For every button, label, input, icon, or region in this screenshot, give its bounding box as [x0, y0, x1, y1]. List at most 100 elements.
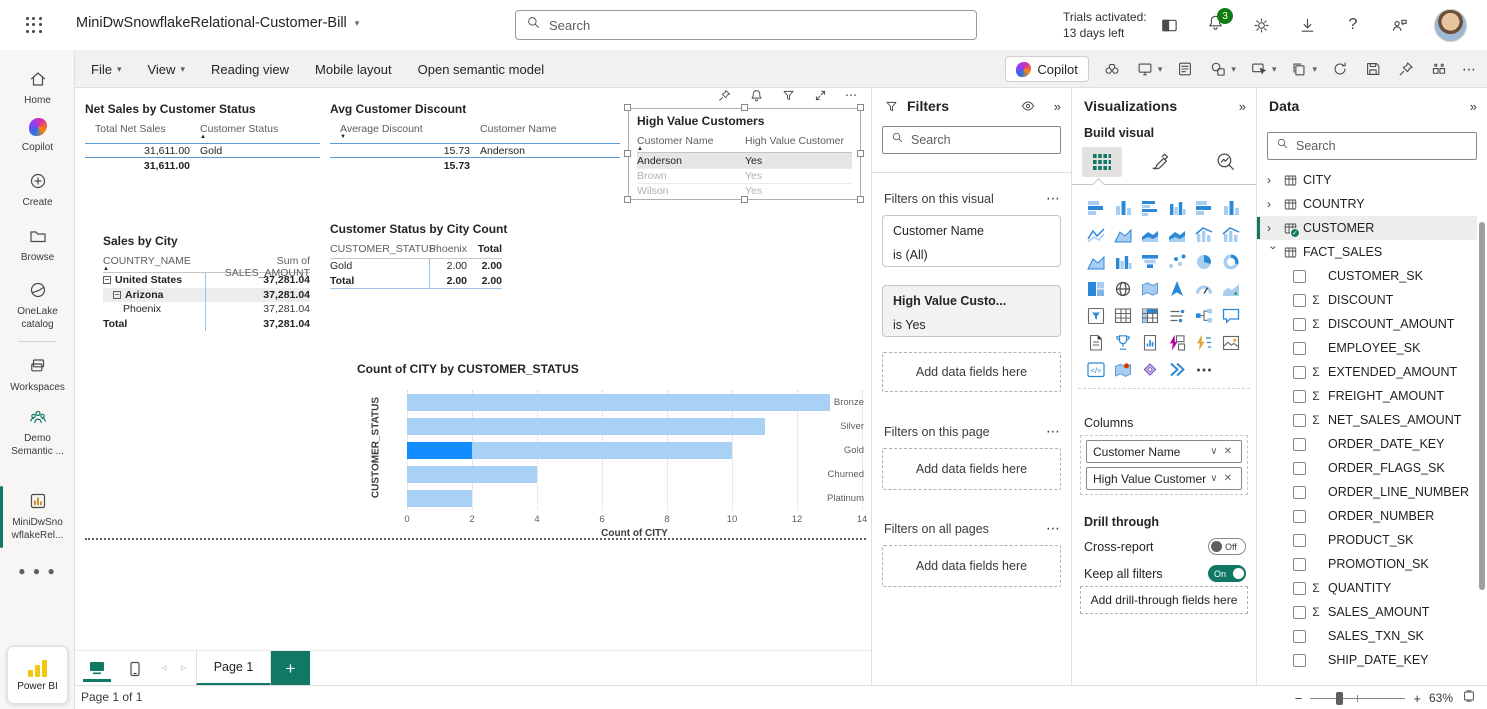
sidebar-item-create[interactable]: Create [0, 170, 75, 209]
matrix-row[interactable]: Phoenix37,281.04 [103, 302, 310, 317]
data-search-input[interactable] [1296, 139, 1468, 153]
scrollbar-thumb[interactable] [1479, 222, 1485, 590]
field-checkbox[interactable] [1293, 606, 1306, 619]
chevron-down-icon[interactable]: ∨ [1207, 446, 1220, 457]
alert-icon[interactable] [749, 88, 765, 104]
html-content-icon[interactable]: </> [1082, 356, 1109, 382]
field-checkbox[interactable] [1293, 630, 1306, 643]
more-options-icon[interactable]: ⋯ [845, 88, 861, 104]
data-field-quantity[interactable]: ΣQUANTITY [1257, 576, 1477, 600]
sidebar-item-home[interactable]: Home [0, 68, 75, 107]
explore-data-icon[interactable] [1102, 59, 1122, 79]
filters-search[interactable] [882, 126, 1061, 154]
stacked-column-chart-icon[interactable] [1109, 194, 1136, 220]
external-tools-icon[interactable] [1429, 59, 1449, 79]
copy-visual-icon[interactable] [1289, 59, 1309, 79]
resize-handle[interactable] [741, 104, 748, 111]
add-data-fields-dropzone[interactable]: Add data fields here [882, 352, 1061, 392]
zoom-slider[interactable] [1310, 691, 1405, 705]
table-row[interactable]: 15.73Anderson [330, 143, 620, 158]
remove-field-icon[interactable]: ✕ [1221, 446, 1235, 457]
filters-applied-icon[interactable] [781, 88, 797, 104]
sidebar-item-workspaces[interactable]: Workspaces [0, 355, 75, 394]
field-checkbox[interactable] [1293, 486, 1306, 499]
line-stacked-column-chart-icon[interactable] [1190, 221, 1217, 247]
data-table-country[interactable]: ›COUNTRY [1257, 192, 1477, 216]
add-data-fields-dropzone[interactable]: Add data fields here [882, 448, 1061, 490]
ribbon-chart-icon[interactable] [1082, 248, 1109, 274]
menu-view[interactable]: View▾ [147, 62, 184, 77]
select-tool-icon[interactable] [1249, 59, 1269, 79]
matrix-row[interactable]: Gold2.002.00 [330, 259, 502, 274]
paginated-report-icon[interactable] [1082, 329, 1109, 355]
collapse-pane-icon[interactable]: » [1470, 99, 1477, 114]
analytics-tab[interactable] [1206, 147, 1246, 177]
chevron-down-icon[interactable]: ▾ [1312, 64, 1317, 75]
sidebar-item-demo-semantic[interactable]: DemoSemantic ... [0, 406, 75, 458]
resize-handle[interactable] [624, 104, 631, 111]
sidebar-item-browse[interactable]: Browse [0, 225, 75, 264]
data-table-fact_sales[interactable]: ›FACT_SALES [1257, 240, 1477, 264]
build-visual-tab[interactable] [1082, 147, 1122, 177]
scatter-chart-icon[interactable] [1163, 248, 1190, 274]
bar-silver[interactable] [407, 418, 765, 435]
columns-well[interactable]: Customer Name ∨ ✕ High Value Customer ∨ … [1080, 435, 1248, 495]
image-icon[interactable] [1217, 329, 1244, 355]
power-platform-visual-icon[interactable] [1163, 356, 1190, 382]
sidebar-item-onelake-catalog[interactable]: OneLakecatalog [0, 279, 75, 331]
menu-reading-view[interactable]: Reading view [211, 62, 289, 77]
data-table-city[interactable]: ›CITY [1257, 168, 1477, 192]
table-icon[interactable] [1109, 302, 1136, 328]
data-field-net_sales_amount[interactable]: ΣNET_SALES_AMOUNT [1257, 408, 1477, 432]
section-more-icon[interactable]: ⋯ [1046, 423, 1061, 440]
copilot-button[interactable]: Copilot [1005, 56, 1088, 82]
notifications-icon[interactable]: 3 [1204, 14, 1226, 36]
web-layout-icon[interactable] [83, 655, 111, 682]
visual-net-sales-table[interactable]: Net Sales by Customer Status Total Net S… [85, 102, 320, 173]
chevron-down-icon[interactable]: ▾ [1272, 64, 1277, 75]
data-field-promotion_sk[interactable]: PROMOTION_SK [1257, 552, 1477, 576]
power-bi-brand-tile[interactable]: Power BI [7, 646, 68, 704]
column-header[interactable]: Customer Status▲ [190, 123, 320, 140]
matrix-row[interactable]: Total2.002.00 [330, 274, 502, 289]
column-header[interactable]: COUNTRY_NAME▲ [103, 255, 191, 272]
collapse-pane-icon[interactable]: » [1054, 99, 1061, 114]
zoom-out-icon[interactable]: − [1295, 691, 1303, 706]
data-field-ship_date_key[interactable]: SHIP_DATE_KEY [1257, 648, 1477, 672]
menu-mobile-layout[interactable]: Mobile layout [315, 62, 392, 77]
chevron-down-icon[interactable]: ▾ [1231, 64, 1236, 75]
resize-handle[interactable] [857, 104, 864, 111]
menu-file[interactable]: File▾ [91, 62, 121, 77]
data-field-discount_amount[interactable]: ΣDISCOUNT_AMOUNT [1257, 312, 1477, 336]
data-field-sales_txn_sk[interactable]: SALES_TXN_SK [1257, 624, 1477, 648]
add-data-fields-dropzone[interactable]: Add data fields here [882, 545, 1061, 587]
sidebar-more-icon[interactable]: ● ● ● [0, 564, 75, 578]
resize-handle[interactable] [857, 150, 864, 157]
resize-handle[interactable] [741, 196, 748, 203]
table-row[interactable]: BrownYes [637, 168, 852, 183]
collapse-pane-icon[interactable]: » [1239, 99, 1246, 114]
decomposition-tree-icon[interactable] [1190, 302, 1217, 328]
column-header[interactable]: Total [467, 243, 502, 255]
field-checkbox[interactable] [1293, 270, 1306, 283]
field-checkbox[interactable] [1293, 438, 1306, 451]
field-checkbox[interactable] [1293, 294, 1306, 307]
column-header[interactable]: Phoenix [427, 243, 467, 255]
bar-gold[interactable] [407, 442, 732, 459]
save-icon[interactable] [1363, 59, 1383, 79]
treemap-icon[interactable] [1082, 275, 1109, 301]
new-page-button[interactable]: + [271, 651, 310, 686]
slicer-icon[interactable] [1082, 302, 1109, 328]
field-checkbox[interactable] [1293, 390, 1306, 403]
filled-map-icon[interactable] [1136, 275, 1163, 301]
cross-report-toggle[interactable]: Off [1208, 538, 1246, 555]
pin-icon[interactable] [1396, 59, 1416, 79]
matrix-icon[interactable] [1136, 302, 1163, 328]
area-chart-icon[interactable] [1109, 221, 1136, 247]
new-visual-icon[interactable] [1135, 59, 1155, 79]
text-box-icon[interactable] [1175, 59, 1195, 79]
field-checkbox[interactable] [1293, 654, 1306, 667]
resize-handle[interactable] [624, 150, 631, 157]
resize-handle[interactable] [624, 196, 631, 203]
metrics-icon[interactable] [1109, 329, 1136, 355]
